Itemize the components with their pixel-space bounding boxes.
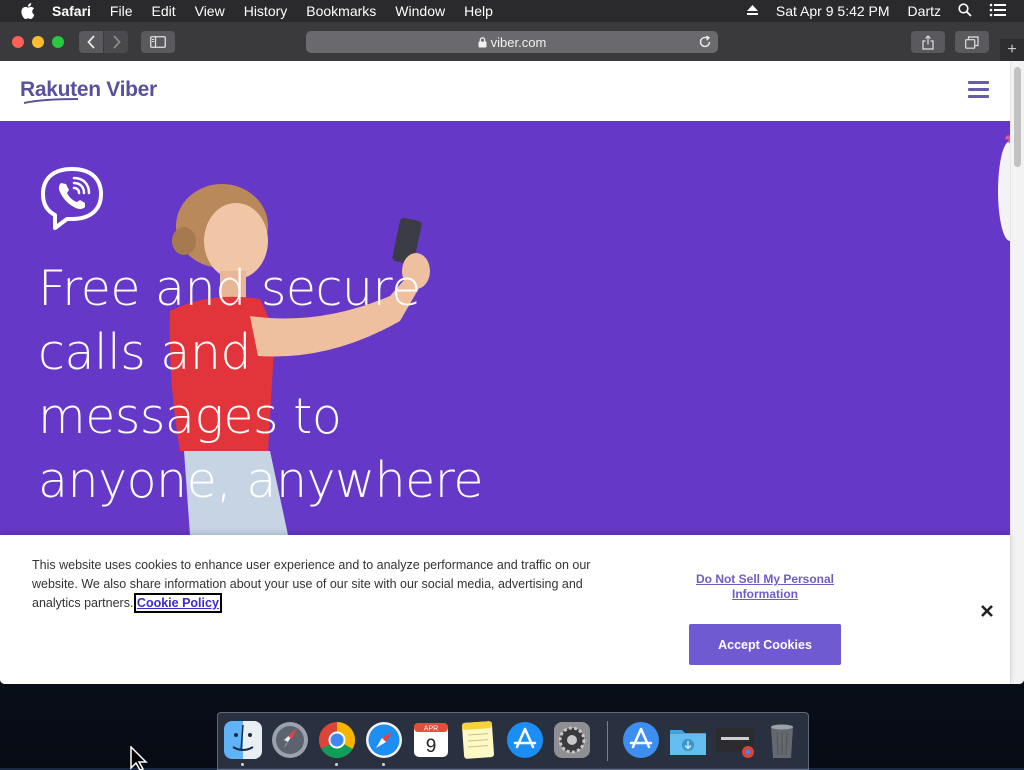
logo-swoosh-icon (23, 98, 79, 104)
viber-logo-icon (41, 167, 103, 230)
sidebar-icon[interactable] (141, 31, 175, 53)
headline-line: messages to (38, 388, 342, 445)
url-text: viber.com (490, 34, 547, 50)
page-scrollbar[interactable] (1010, 61, 1024, 684)
accept-cookies-button[interactable]: Accept Cookies (689, 624, 841, 665)
downloads-folder-icon[interactable] (668, 720, 708, 760)
cookie-message-text: This website uses cookies to enhance use… (32, 558, 591, 610)
headline-line: calls and (38, 324, 252, 381)
menubar-clock[interactable]: Sat Apr 9 5:42 PM (776, 3, 890, 19)
eject-icon[interactable] (746, 3, 759, 19)
web-page: Rakuten Viber Free and secure calls and … (0, 61, 1024, 684)
calendar-icon[interactable]: APR 9 (411, 720, 451, 760)
decorative-shape (998, 135, 1010, 241)
menubar-user[interactable]: Dartz (908, 3, 941, 19)
tabs-overview-icon[interactable] (955, 31, 989, 53)
dock: APR 9 (217, 712, 809, 770)
menu-bookmarks[interactable]: Bookmarks (306, 3, 376, 19)
headline-line: anyone, anywhere (38, 452, 484, 509)
trash-icon[interactable] (762, 720, 802, 760)
safari-icon[interactable] (364, 720, 404, 760)
share-icon[interactable] (911, 31, 945, 53)
headline-line: Free and secure (38, 260, 421, 317)
app-store-icon[interactable] (505, 720, 545, 760)
menu-view[interactable]: View (195, 3, 225, 19)
browser-toolbar: viber.com + (0, 22, 1024, 62)
forward-icon[interactable] (104, 31, 128, 53)
back-icon[interactable] (79, 31, 103, 53)
control-center-icon[interactable] (989, 3, 1007, 20)
applications-folder-icon[interactable] (621, 720, 661, 760)
scrollbar-thumb[interactable] (1014, 67, 1021, 167)
calendar-day: 9 (426, 736, 437, 757)
menu-bar: Safari File Edit View History Bookmarks … (0, 0, 1024, 22)
google-chrome-icon[interactable] (317, 720, 357, 760)
running-indicator (241, 763, 244, 766)
menu-file[interactable]: File (110, 3, 133, 19)
notes-icon[interactable] (458, 720, 498, 760)
apple-logo-icon[interactable] (20, 3, 36, 19)
menu-window[interactable]: Window (395, 3, 445, 19)
chrome-window-icon[interactable] (715, 720, 755, 760)
menu-edit[interactable]: Edit (151, 3, 175, 19)
spotlight-search-icon[interactable] (958, 2, 972, 20)
hero-section: Free and secure calls and messages to an… (0, 121, 1010, 535)
close-window-button[interactable] (12, 36, 24, 48)
reload-icon[interactable] (698, 35, 712, 49)
running-indicator (335, 763, 338, 766)
close-icon[interactable] (979, 603, 995, 619)
launchpad-icon[interactable] (270, 720, 310, 760)
running-indicator (382, 763, 385, 766)
safari-window: viber.com + Rakuten Viber Free and secur… (0, 22, 1024, 684)
system-preferences-icon[interactable] (552, 720, 592, 760)
hero-headline: Free and secure calls and messages to an… (38, 257, 558, 513)
hamburger-menu-icon[interactable] (968, 81, 990, 99)
do-not-sell-link[interactable]: Do Not Sell My Personal Information (680, 572, 850, 602)
address-bar[interactable]: viber.com (306, 31, 718, 53)
site-header: Rakuten Viber (0, 61, 1010, 121)
cookie-message: This website uses cookies to enhance use… (32, 556, 632, 613)
cookie-banner: This website uses cookies to enhance use… (0, 535, 1010, 684)
dock-separator (607, 721, 608, 761)
menu-history[interactable]: History (244, 3, 288, 19)
menu-app-name[interactable]: Safari (52, 3, 91, 19)
finder-icon[interactable] (223, 720, 263, 760)
menu-help[interactable]: Help (464, 3, 493, 19)
fullscreen-window-button[interactable] (52, 36, 64, 48)
cookie-policy-link[interactable]: Cookie Policy (133, 593, 222, 613)
new-tab-icon[interactable]: + (1000, 39, 1024, 61)
minimize-window-button[interactable] (32, 36, 44, 48)
calendar-month: APR (424, 726, 438, 733)
mouse-cursor-icon (130, 746, 148, 770)
lock-icon (478, 36, 487, 47)
